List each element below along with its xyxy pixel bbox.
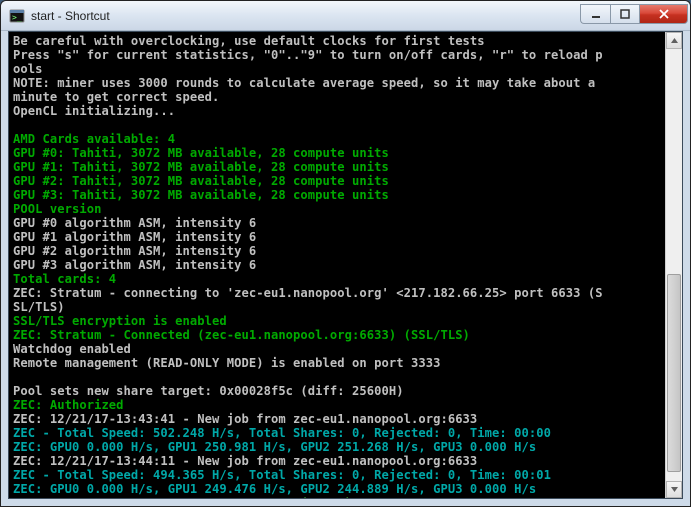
terminal-line: minute to get correct speed. (13, 90, 219, 104)
window-title: start - Shortcut (31, 9, 110, 23)
terminal-line: ZEC - Total Speed: 494.365 H/s, Total Sh… (13, 468, 551, 482)
terminal-line: NOTE: miner uses 3000 rounds to calculat… (13, 76, 595, 90)
close-icon (658, 8, 670, 20)
app-window: >_ start - Shortcut Be careful with over… (0, 0, 691, 507)
terminal-line: ZEC: Stratum - Connected (zec-eu1.nanopo… (13, 328, 470, 342)
terminal-line: GPU #0: Tahiti, 3072 MB available, 28 co… (13, 146, 389, 160)
terminal-line: GPU #1 algorithm ASM, intensity 6 (13, 230, 256, 244)
terminal-output[interactable]: Be careful with overclocking, use defaul… (9, 32, 665, 498)
terminal-line: ZEC - Total Speed: 502.248 H/s, Total Sh… (13, 426, 551, 440)
terminal-line: GPU #2 algorithm ASM, intensity 6 (13, 244, 256, 258)
window-buttons (580, 4, 688, 24)
scroll-up-button[interactable] (666, 32, 682, 49)
chevron-up-icon (670, 36, 679, 45)
terminal-line: ZEC: Authorized (13, 398, 124, 412)
terminal-line: Be careful with overclocking, use defaul… (13, 34, 485, 48)
terminal-line: GPU #3: Tahiti, 3072 MB available, 28 co… (13, 188, 389, 202)
terminal-line: SL/TLS) (13, 300, 65, 314)
svg-text:>_: >_ (12, 13, 22, 22)
chevron-down-icon (670, 485, 679, 494)
terminal-line: ZEC: GPU0 0.000 H/s, GPU1 250.981 H/s, G… (13, 440, 536, 454)
terminal-line: ZEC: 12/21/17-13:44:39 - SHARE FOUND - (… (13, 496, 352, 498)
scroll-track[interactable] (666, 49, 682, 481)
scrollbar[interactable] (665, 32, 682, 498)
terminal-line: GPU #3 algorithm ASM, intensity 6 (13, 258, 256, 272)
terminal-line: GPU #2: Tahiti, 3072 MB available, 28 co… (13, 174, 389, 188)
terminal-line: POOL version (13, 202, 101, 216)
terminal-line: ZEC: 12/21/17-13:43:41 - New job from ze… (13, 412, 477, 426)
terminal-line: OpenCL initializing... (13, 104, 175, 118)
scroll-thumb[interactable] (667, 274, 681, 473)
terminal-line: ools (13, 62, 42, 76)
client-area: Be careful with overclocking, use defaul… (8, 31, 683, 499)
minimize-icon (591, 9, 601, 19)
terminal-line: Remote management (READ-ONLY MODE) is en… (13, 356, 440, 370)
close-button[interactable] (640, 4, 688, 24)
maximize-button[interactable] (610, 4, 640, 24)
terminal-line: ZEC: GPU0 0.000 H/s, GPU1 249.476 H/s, G… (13, 482, 536, 496)
terminal-line: SSL/TLS encryption is enabled (13, 314, 227, 328)
terminal-line: Total cards: 4 (13, 272, 116, 286)
terminal-line: ZEC: Stratum - connecting to 'zec-eu1.na… (13, 286, 603, 300)
terminal-line: GPU #1: Tahiti, 3072 MB available, 28 co… (13, 160, 389, 174)
terminal-line: ZEC: 12/21/17-13:44:11 - New job from ze… (13, 454, 477, 468)
terminal-line: GPU #0 algorithm ASM, intensity 6 (13, 216, 256, 230)
terminal-line: Press "s" for current statistics, "0".."… (13, 48, 603, 62)
terminal-line: Pool sets new share target: 0x00028f5c (… (13, 384, 404, 398)
terminal-line: Watchdog enabled (13, 342, 131, 356)
scroll-down-button[interactable] (666, 481, 682, 498)
minimize-button[interactable] (580, 4, 610, 24)
titlebar[interactable]: >_ start - Shortcut (1, 1, 690, 31)
maximize-icon (620, 9, 630, 19)
terminal-icon: >_ (9, 8, 25, 24)
terminal-line: AMD Cards available: 4 (13, 132, 175, 146)
